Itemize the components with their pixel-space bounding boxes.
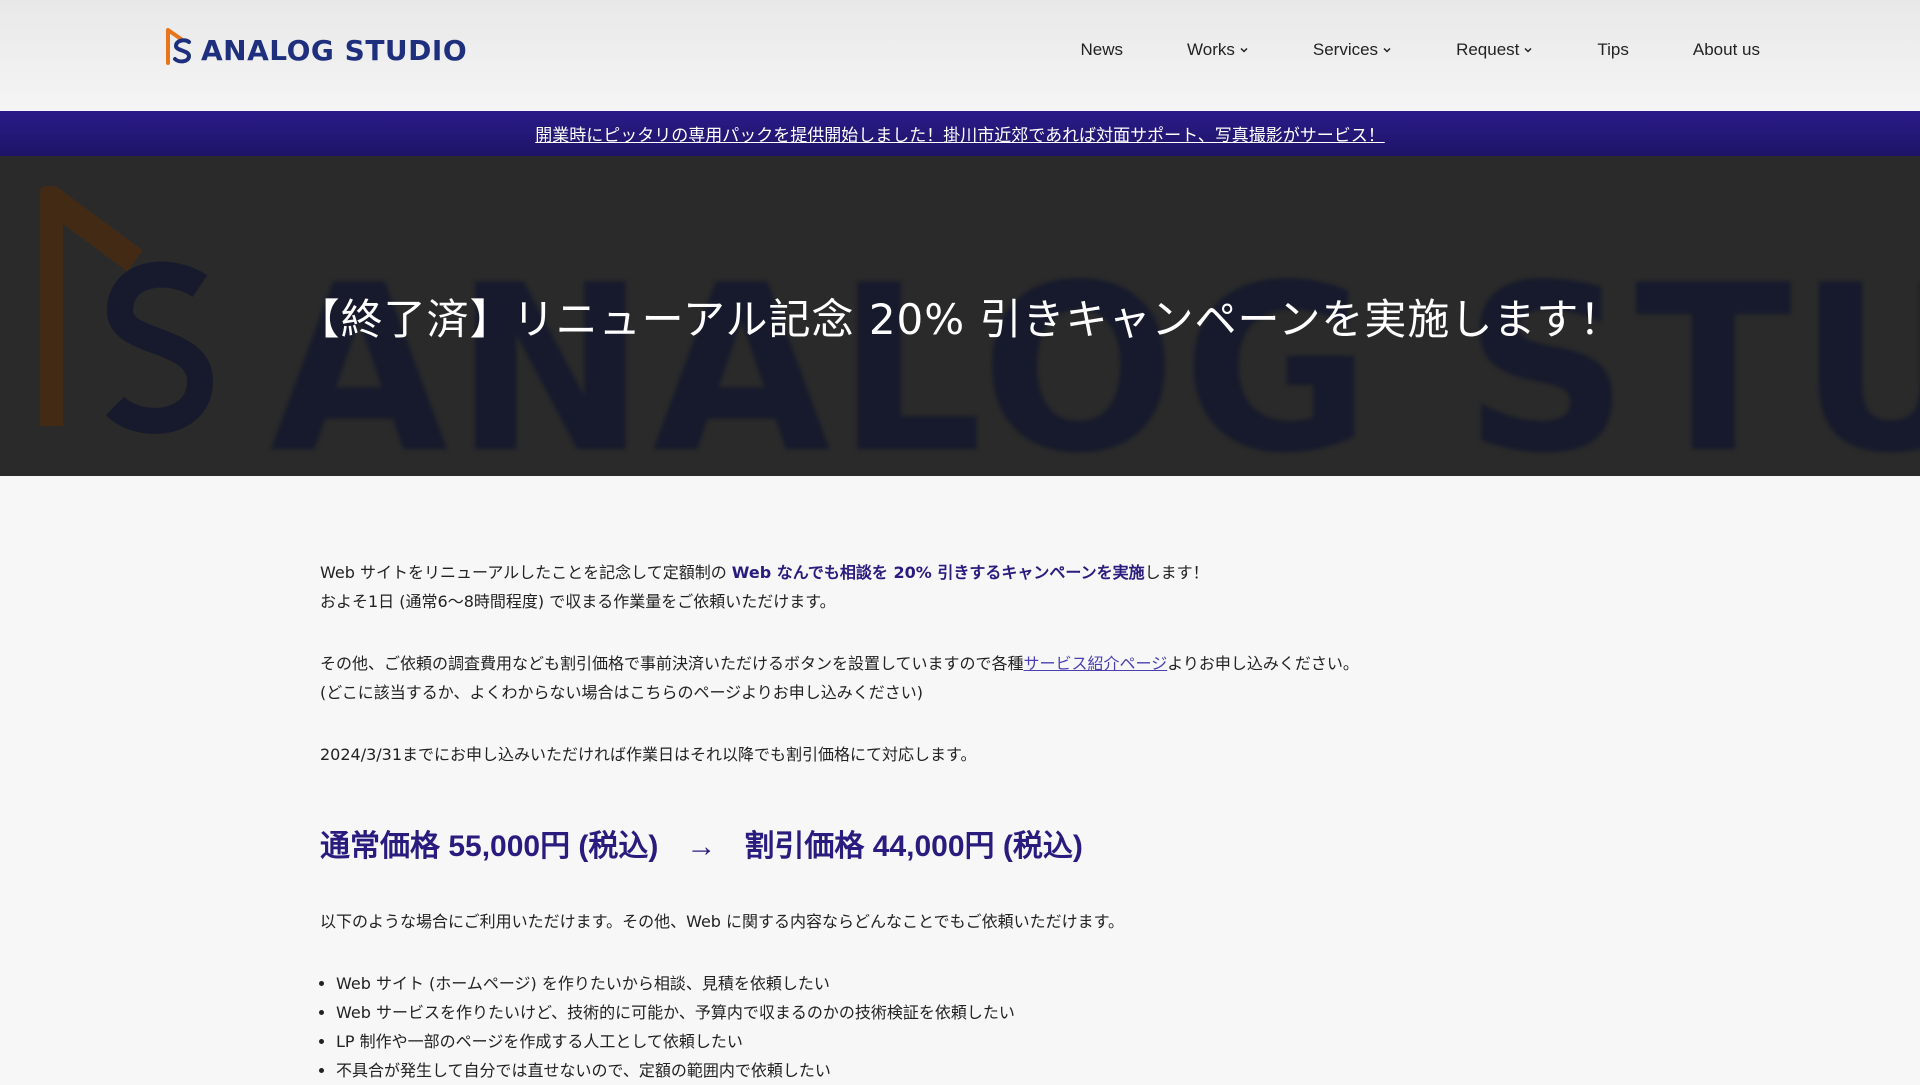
nav-tips[interactable]: Tips xyxy=(1597,40,1629,60)
campaign-highlight: Web なんでも相談を 20% 引きするキャンペーンを実施 xyxy=(731,563,1145,582)
article-body: Web サイトをリニューアルしたことを記念して定額制の Web なんでも相談を … xyxy=(320,558,1620,1085)
list-item: Web サイト (ホームページ) を作りたいから相談、見積を依頼したい xyxy=(336,969,1620,998)
service-page-link[interactable]: サービス紹介ページ xyxy=(1024,654,1168,673)
logo-text: ANALOG STUDIO xyxy=(201,34,468,67)
nav-services[interactable]: Services xyxy=(1313,40,1392,60)
nav-tips-label: Tips xyxy=(1597,40,1629,59)
chevron-down-icon xyxy=(1240,47,1248,53)
intro-text: Web サイトをリニューアルしたことを記念して定額制の xyxy=(320,563,732,582)
chevron-down-icon xyxy=(1383,47,1391,53)
list-item: Web サービスを作りたいけど、技術的に可能か、予算内で収まるのかの技術検証を依… xyxy=(336,998,1620,1027)
announcement-link[interactable]: 開業時にピッタリの専用パックを提供開始しました！掛川市近郊であれば対面サポート、… xyxy=(535,121,1385,146)
nav-news-label: News xyxy=(1080,40,1124,59)
paragraph-note: (どこに該当するか、よくわからない場合はこちらのページよりお申し込みください) xyxy=(320,683,924,702)
nav-request[interactable]: Request xyxy=(1456,40,1533,60)
paragraph-intro: Web サイトをリニューアルしたことを記念して定額制の Web なんでも相談を … xyxy=(320,558,1620,587)
intro-text-end: します！ xyxy=(1144,563,1209,582)
nav-news[interactable]: News xyxy=(1081,40,1124,60)
list-item: LP 制作や一部のページを作成する人工として依頼したい xyxy=(336,1027,1620,1056)
list-item: 不具合が発生して自分では直せないので、定額の範囲内で依頼したい xyxy=(336,1056,1620,1085)
regular-price: 通常価格 55,000円 (税込) xyxy=(320,830,659,863)
nav-works-label: Works xyxy=(1187,40,1235,59)
arrow-right-icon: → xyxy=(686,830,717,863)
site-logo[interactable]: ANALOG STUDIO xyxy=(165,26,467,66)
main-nav: News Works Services Request Tips About u… xyxy=(1081,40,1761,60)
site-header: ANALOG STUDIO News Works Services Reques… xyxy=(0,0,1920,111)
paragraph-deadline: 2024/3/31までにお申し込みいただければ作業日はそれ以降でも割引価格にて対… xyxy=(320,745,977,764)
price-heading: 通常価格 55,000円 (税込) → 割引価格 44,000円 (税込) xyxy=(320,827,1620,867)
use-case-list: Web サイト (ホームページ) を作りたいから相談、見積を依頼したい Web … xyxy=(320,969,1620,1085)
nav-about-us-label: About us xyxy=(1692,40,1760,59)
chevron-down-icon xyxy=(1524,47,1532,53)
logo-mark-icon xyxy=(166,28,192,65)
services-text-end: よりお申し込みください。 xyxy=(1167,654,1359,673)
page-title: 【終了済】リニューアル記念 20% 引きキャンペーンを実施します！ xyxy=(297,295,1623,344)
discount-price: 割引価格 44,000円 (税込) xyxy=(744,830,1083,863)
nav-request-label: Request xyxy=(1456,40,1520,59)
announcement-bar: 開業時にピッタリの専用パックを提供開始しました！掛川市近郊であれば対面サポート、… xyxy=(0,111,1920,156)
nav-works[interactable]: Works xyxy=(1187,40,1249,60)
hero-banner: ANALOG STUDIO 【終了済】リニューアル記念 20% 引きキャンペーン… xyxy=(0,156,1920,476)
nav-services-label: Services xyxy=(1312,40,1379,59)
services-text: その他、ご依頼の調査費用なども割引価格で事前決済いただけるボタンを設置しています… xyxy=(320,654,1024,673)
paragraph-uses-intro: 以下のような場合にご利用いただけます。その他、Web に関する内容ならどんなこと… xyxy=(320,912,1124,931)
nav-about-us[interactable]: About us xyxy=(1693,40,1760,60)
paragraph-workload: およそ1日 (通常6〜8時間程度) で収まる作業量をご依頼いただけます。 xyxy=(320,592,836,611)
paragraph-services: その他、ご依頼の調査費用なども割引価格で事前決済いただけるボタンを設置しています… xyxy=(320,649,1620,678)
